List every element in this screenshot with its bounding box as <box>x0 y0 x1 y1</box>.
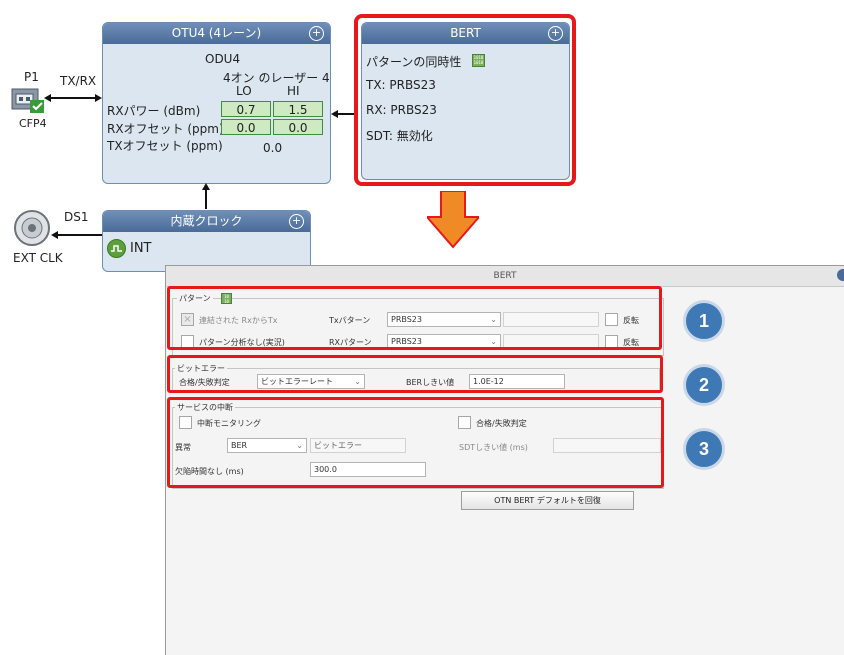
rx-power-lo-value: 0.7 <box>221 101 271 117</box>
restore-defaults-button[interactable]: OTN BERT デフォルトを回復 <box>461 491 634 510</box>
ds1-label: DS1 <box>64 210 89 224</box>
callout-2: 2 <box>683 364 725 406</box>
txrx-double-arrow <box>44 94 102 102</box>
panel-title-bar: BERT <box>166 266 844 287</box>
clock-to-otu4-arrow <box>202 183 210 209</box>
clock-header: 内蔵クロック + <box>103 211 310 232</box>
otu4-header: OTU4 (4レーン) + <box>103 23 330 44</box>
col-hi-label: HI <box>287 84 300 98</box>
pattern-group-highlight <box>167 286 662 350</box>
zoom-in-icon[interactable]: + <box>309 26 324 41</box>
clock-title: 内蔵クロック <box>170 214 243 228</box>
disruption-group-highlight <box>167 397 664 488</box>
cfp4-label: CFP4 <box>19 117 47 130</box>
p1-label: P1 <box>24 70 39 84</box>
tx-offset-label: TXオフセット (ppm) <box>107 139 223 153</box>
bit-error-group-highlight <box>167 355 663 393</box>
ext-clk-label: EXT CLK <box>13 251 63 265</box>
otu4-title: OTU4 (4レーン) <box>171 26 262 40</box>
panel-title: BERT <box>493 271 517 281</box>
down-arrow-icon <box>427 191 479 249</box>
col-lo-label: LO <box>236 84 252 98</box>
rx-offset-hi-value: 0.0 <box>273 119 323 135</box>
panel-zoom-icon[interactable] <box>837 269 844 281</box>
rx-offset-lo-value: 0.0 <box>221 119 271 135</box>
txrx-label: TX/RX <box>60 74 97 88</box>
zoom-in-icon[interactable]: + <box>289 214 304 229</box>
bert-block-highlight <box>354 14 576 186</box>
rx-power-hi-value: 1.5 <box>273 101 323 117</box>
otu4-block[interactable]: OTU4 (4レーン) + ODU4 4オン のレーザー 4 LO HI RXパ… <box>102 22 331 184</box>
odu4-label: ODU4 <box>205 52 241 66</box>
clock-value: INT <box>130 241 152 256</box>
ds1-arrow <box>51 231 103 239</box>
callout-3: 3 <box>683 428 725 470</box>
cfp4-port-icon[interactable] <box>11 86 45 114</box>
callout-1: 1 <box>683 300 725 342</box>
rx-power-label: RXパワー (dBm) <box>107 104 201 118</box>
rx-offset-label: RXオフセット (ppm) <box>107 122 224 136</box>
clock-wave-icon <box>107 239 126 258</box>
clock-block[interactable]: 内蔵クロック + INT <box>102 210 311 272</box>
tx-offset-value: 0.0 <box>263 141 283 155</box>
ext-clk-connector-icon[interactable] <box>13 209 51 247</box>
